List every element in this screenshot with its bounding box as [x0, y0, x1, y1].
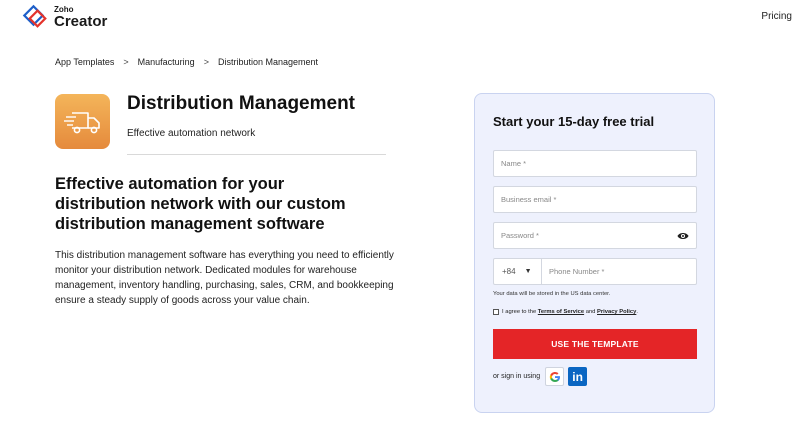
- email-field[interactable]: Business email *: [493, 186, 697, 213]
- terms-of-service-link[interactable]: Terms of Service: [538, 309, 584, 315]
- app-icon: [55, 94, 110, 149]
- breadcrumb-separator: >: [203, 57, 209, 67]
- agree-suffix: .: [636, 309, 638, 315]
- truck-icon: [63, 111, 100, 133]
- creator-logo-icon: [22, 4, 47, 28]
- zoho-creator-logo[interactable]: Zoho Creator: [22, 3, 132, 31]
- google-icon: [549, 371, 560, 382]
- social-signin: or sign in using in: [493, 367, 588, 386]
- country-code-select[interactable]: +84 ▼: [494, 259, 542, 284]
- linkedin-icon: in: [572, 369, 583, 384]
- phone-number-field[interactable]: Phone Number *: [549, 259, 604, 284]
- page-subtitle: Effective automation network: [127, 128, 256, 139]
- linkedin-signin-button[interactable]: in: [568, 367, 588, 386]
- show-password-icon[interactable]: [677, 231, 689, 241]
- breadcrumb-app-templates[interactable]: App Templates: [55, 57, 114, 67]
- signin-label: or sign in using: [493, 373, 541, 380]
- page-title: Distribution Management: [127, 93, 356, 114]
- section-description: This distribution management software ha…: [55, 250, 394, 306]
- breadcrumb-separator: >: [123, 57, 129, 67]
- breadcrumb-manufacturing[interactable]: Manufacturing: [138, 57, 195, 67]
- breadcrumb-current: Distribution Management: [217, 57, 319, 67]
- terms-checkbox[interactable]: [493, 309, 499, 315]
- country-code-value: +84: [502, 267, 516, 276]
- name-field[interactable]: Name *: [493, 150, 697, 177]
- signup-title: Start your 15-day free trial: [493, 114, 655, 129]
- divider: [127, 154, 386, 155]
- signup-card: Start your 15-day free trial Name * Busi…: [474, 93, 715, 413]
- chevron-down-icon: ▼: [524, 268, 532, 275]
- agree-prefix: I agree to the: [502, 309, 537, 315]
- data-center-note: Your data will be stored in the US data …: [493, 291, 611, 297]
- agree-and: and: [585, 309, 596, 315]
- password-field[interactable]: Password *: [493, 222, 697, 249]
- brand-big: Creator: [54, 12, 108, 30]
- privacy-policy-link[interactable]: Privacy Policy: [597, 309, 636, 315]
- section-headline: Effective automation for your distributi…: [55, 175, 346, 233]
- terms-agreement: I agree to the Terms of Service and Priv…: [493, 309, 638, 315]
- pricing-link[interactable]: Pricing: [761, 11, 792, 22]
- password-placeholder: Password *: [501, 231, 539, 240]
- google-signin-button[interactable]: [545, 367, 565, 386]
- phone-field-row: +84 ▼ Phone Number *: [493, 258, 697, 285]
- breadcrumb: App Templates > Manufacturing > Distribu…: [55, 57, 318, 67]
- use-template-button[interactable]: USE THE TEMPLATE: [493, 329, 697, 359]
- logo-text: Zoho Creator: [54, 5, 108, 30]
